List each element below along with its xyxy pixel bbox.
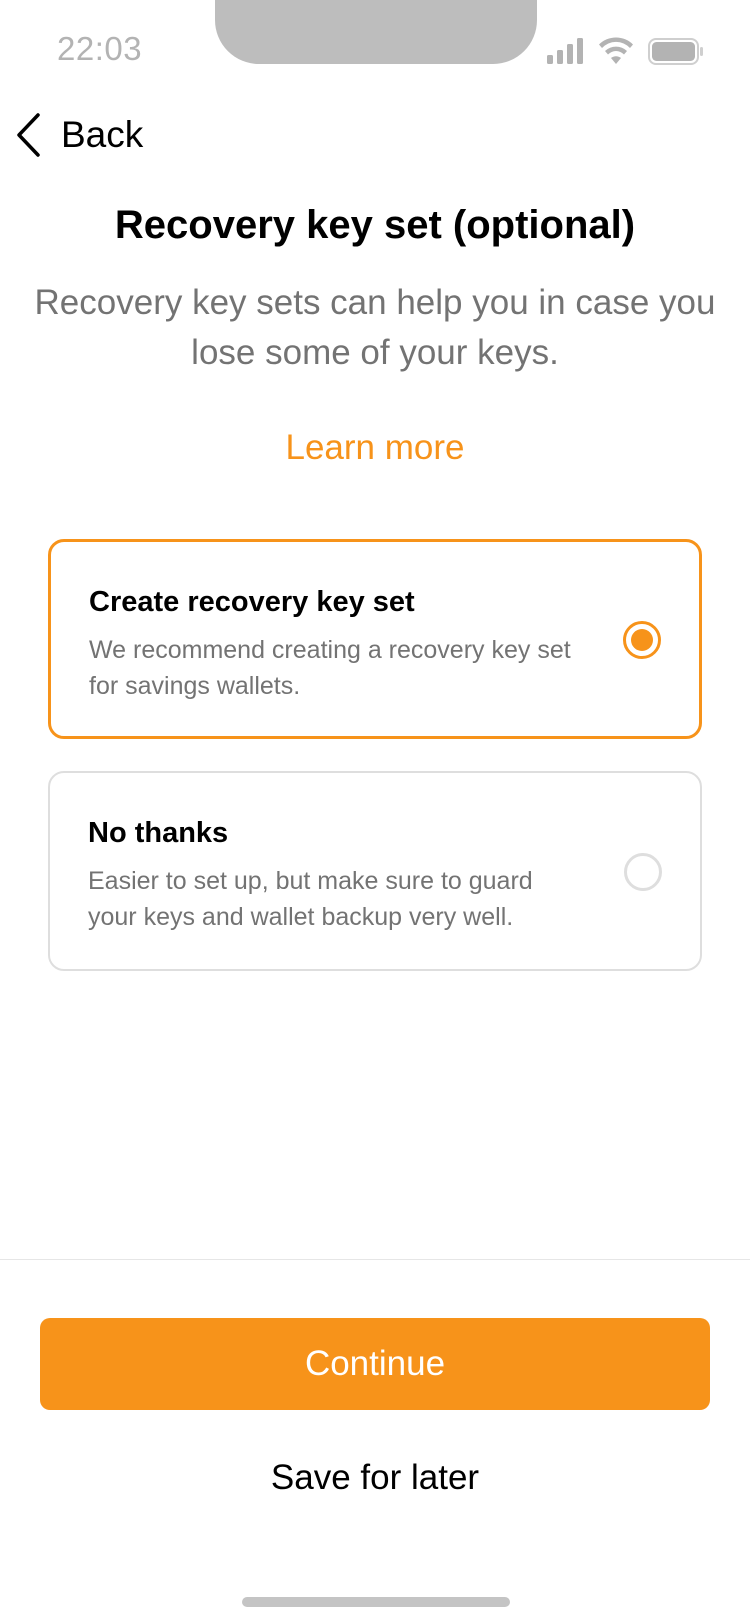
home-indicator (242, 1597, 510, 1607)
option-create-recovery-key-set[interactable]: Create recovery key set We recommend cre… (48, 539, 702, 739)
option-description: We recommend creating a recovery key set… (89, 636, 571, 700)
chevron-left-icon (17, 113, 40, 157)
option-title: Create recovery key set (89, 586, 415, 618)
back-label: Back (61, 114, 144, 155)
battery-icon (648, 38, 703, 65)
page-subtitle: Recovery key sets can help you in case y… (34, 283, 716, 372)
option-no-thanks[interactable]: No thanks Easier to set up, but make sur… (48, 771, 702, 971)
status-time: 22:03 (57, 30, 143, 67)
learn-more-link[interactable]: Learn more (0, 428, 750, 468)
save-for-later-button[interactable]: Save for later (0, 1458, 750, 1498)
option-description: Easier to set up, but make sure to guard… (88, 867, 533, 931)
wifi-icon (599, 37, 633, 64)
radio-unselected[interactable] (624, 853, 662, 891)
option-title: No thanks (88, 817, 229, 849)
footer-divider (0, 1259, 750, 1260)
page-title: Recovery key set (optional) (114, 203, 636, 247)
radio-selected[interactable] (623, 621, 661, 659)
signal-icon (547, 38, 583, 64)
continue-button[interactable]: Continue (40, 1318, 710, 1410)
back-button[interactable]: Back (14, 108, 143, 162)
device-notch (215, 0, 537, 64)
